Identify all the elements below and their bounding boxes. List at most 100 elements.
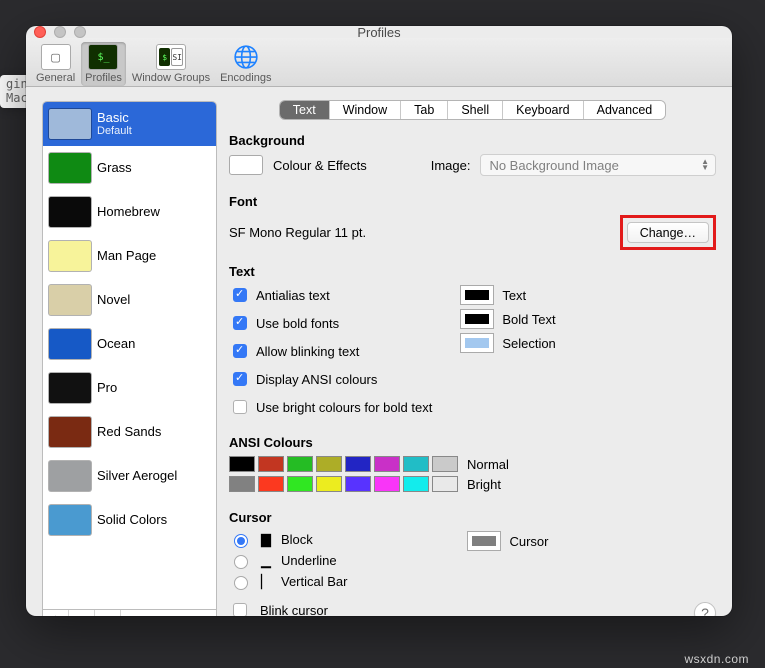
background-section: Background Colour & Effects Image: No Ba… <box>229 133 716 180</box>
profile-name: Ocean <box>97 337 135 351</box>
profile-item-grass[interactable]: Grass <box>43 146 216 190</box>
bold-colour-label: Bold Text <box>502 312 555 327</box>
vbar-label: Vertical Bar <box>281 574 347 589</box>
cursor-section: Cursor ▇Block ▁Underline ▏Vertical Bar B… <box>229 510 716 616</box>
bold-fonts-label: Use bold fonts <box>256 316 339 331</box>
general-icon: ▢ <box>41 44 71 70</box>
blinking-checkbox[interactable] <box>233 344 247 358</box>
change-font-button[interactable]: Change… <box>627 222 709 243</box>
selection-colour-well[interactable] <box>460 333 494 353</box>
profile-name: Man Page <box>97 249 156 263</box>
block-icon: ▇ <box>261 532 271 548</box>
profile-thumb <box>49 109 91 139</box>
ansi-colours-checkbox[interactable] <box>233 372 247 386</box>
toolbar-encodings-label: Encodings <box>220 72 271 84</box>
profile-thumb <box>49 417 91 447</box>
tab-tab[interactable]: Tab <box>401 101 448 119</box>
titlebar: Profiles <box>26 26 732 38</box>
ansi-swatch[interactable] <box>403 456 429 472</box>
block-label: Block <box>281 532 313 547</box>
profile-item-red-sands[interactable]: Red Sands <box>43 410 216 454</box>
ansi-swatch[interactable] <box>316 456 342 472</box>
ansi-swatch[interactable] <box>316 476 342 492</box>
toolbar-window-groups[interactable]: $SI Window Groups <box>128 42 214 86</box>
bright-bold-label: Use bright colours for bold text <box>256 400 432 415</box>
profiles-window: Profiles ▢ General $_ Profiles $SI Windo… <box>26 26 732 616</box>
ansi-swatch[interactable] <box>287 476 313 492</box>
default-button[interactable]: Default <box>121 610 216 616</box>
ansi-swatch[interactable] <box>345 456 371 472</box>
ansi-swatch[interactable] <box>374 456 400 472</box>
profiles-icon: $_ <box>88 44 118 70</box>
profile-item-pro[interactable]: Pro <box>43 366 216 410</box>
ansi-swatch[interactable] <box>432 476 458 492</box>
tab-text[interactable]: Text <box>280 101 330 119</box>
background-heading: Background <box>229 133 716 148</box>
profile-name: Basic <box>97 111 132 125</box>
profile-sub: Default <box>97 125 132 137</box>
image-label: Image: <box>431 158 471 173</box>
background-image-select[interactable]: No Background Image ▲▼ <box>480 154 716 176</box>
add-profile-button[interactable]: ＋ <box>43 610 69 616</box>
toolbar-encodings[interactable]: Encodings <box>216 42 275 86</box>
profile-thumb <box>49 329 91 359</box>
settings-panel: TextWindowTabShellKeyboardAdvanced Backg… <box>229 101 716 616</box>
bright-bold-checkbox[interactable] <box>233 400 247 414</box>
profile-item-novel[interactable]: Novel <box>43 278 216 322</box>
ansi-swatch[interactable] <box>258 456 284 472</box>
toolbar-profiles[interactable]: $_ Profiles <box>81 42 126 86</box>
bold-colour-well[interactable] <box>460 309 494 329</box>
profile-item-man-page[interactable]: Man Page <box>43 234 216 278</box>
cursor-vbar-radio[interactable] <box>234 576 248 590</box>
cursor-underline-radio[interactable] <box>234 555 248 569</box>
cursor-colour-well[interactable] <box>467 531 501 551</box>
tab-advanced[interactable]: Advanced <box>584 101 666 119</box>
toolbar-general-label: General <box>36 72 75 84</box>
tab-shell[interactable]: Shell <box>448 101 503 119</box>
profile-item-basic[interactable]: BasicDefault <box>43 102 216 146</box>
profile-name: Novel <box>97 293 130 307</box>
toolbar-general[interactable]: ▢ General <box>32 42 79 86</box>
toolbar-profiles-label: Profiles <box>85 72 122 84</box>
text-heading: Text <box>229 264 716 279</box>
profile-actions-menu[interactable]: ✱▾ <box>95 610 121 616</box>
remove-profile-button[interactable]: － <box>69 610 95 616</box>
tab-keyboard[interactable]: Keyboard <box>503 101 584 119</box>
ansi-swatch[interactable] <box>229 456 255 472</box>
settings-tabs: TextWindowTabShellKeyboardAdvanced <box>229 101 716 119</box>
ansi-row-label: Normal <box>467 457 509 472</box>
help-button[interactable]: ? <box>694 602 716 616</box>
ansi-swatch[interactable] <box>229 476 255 492</box>
underline-icon: ▁ <box>261 553 271 569</box>
antialias-checkbox[interactable] <box>233 288 247 302</box>
ansi-swatch[interactable] <box>374 476 400 492</box>
ansi-swatch[interactable] <box>403 476 429 492</box>
ansi-swatch[interactable] <box>345 476 371 492</box>
selection-colour-label: Selection <box>502 336 555 351</box>
background-colour-well[interactable] <box>229 155 263 175</box>
cursor-heading: Cursor <box>229 510 716 525</box>
blink-cursor-checkbox[interactable] <box>233 603 247 616</box>
tab-window[interactable]: Window <box>330 101 401 119</box>
ansi-heading: ANSI Colours <box>229 435 716 450</box>
underline-label: Underline <box>281 553 337 568</box>
profile-thumb <box>49 505 91 535</box>
cursor-block-radio[interactable] <box>234 534 248 548</box>
profile-item-solid-colors[interactable]: Solid Colors <box>43 498 216 542</box>
profile-thumb <box>49 285 91 315</box>
watermark: wsxdn.com <box>684 652 749 666</box>
font-description: SF Mono Regular 11 pt. <box>229 225 366 240</box>
profile-item-ocean[interactable]: Ocean <box>43 322 216 366</box>
profile-thumb <box>49 373 91 403</box>
profile-item-silver-aerogel[interactable]: Silver Aerogel <box>43 454 216 498</box>
bold-fonts-checkbox[interactable] <box>233 316 247 330</box>
profile-item-homebrew[interactable]: Homebrew <box>43 190 216 234</box>
ansi-swatch[interactable] <box>258 476 284 492</box>
profiles-list[interactable]: BasicDefault Grass Homebrew Man Page Nov… <box>42 101 217 610</box>
text-colour-label: Text <box>502 288 526 303</box>
chevron-updown-icon: ▲▼ <box>701 159 709 171</box>
profile-name: Homebrew <box>97 205 160 219</box>
text-colour-well[interactable] <box>460 285 494 305</box>
ansi-swatch[interactable] <box>432 456 458 472</box>
ansi-swatch[interactable] <box>287 456 313 472</box>
